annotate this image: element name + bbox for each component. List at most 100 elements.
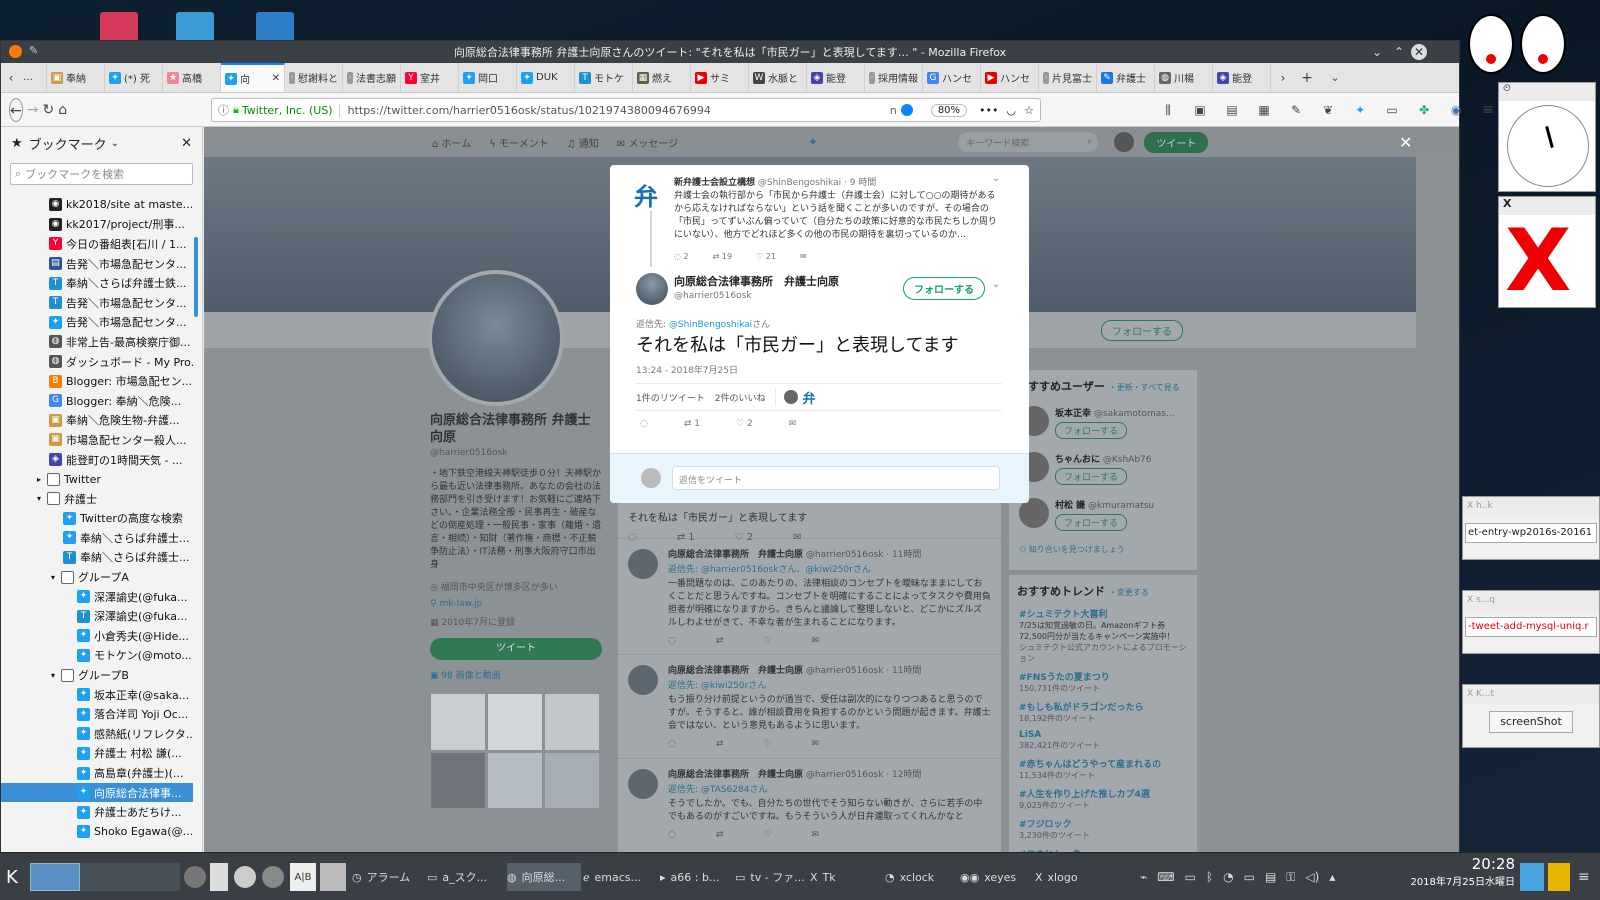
reload-icon[interactable]: ↻	[42, 98, 54, 122]
twitter-search[interactable]: キーワード検索 ⌕	[958, 132, 1099, 152]
clock-icon[interactable]: ◔	[1223, 870, 1233, 884]
liker-avatar[interactable]	[784, 390, 799, 404]
nav-home[interactable]: ⌂ ホーム	[432, 135, 471, 150]
tweet-reply-to[interactable]: 返信先: @TAS6284さん	[668, 782, 991, 795]
trend-item[interactable]: #シュミテクト大喜利 7/25は知覚過敏の日。Amazonギフト券72,500円分…	[1019, 607, 1187, 664]
volume-icon[interactable]: ◁)	[1305, 870, 1319, 884]
follow-button[interactable]: フォローする	[1055, 514, 1128, 531]
tab-12[interactable]: W 水脈と	[749, 63, 807, 92]
reply-icon[interactable]: ◌	[640, 419, 648, 429]
back-icon[interactable]: ←	[9, 97, 23, 122]
extension-green-icon[interactable]: ✤	[1412, 98, 1436, 122]
zoom-level[interactable]: 80%	[930, 103, 968, 117]
author-info[interactable]: 向原総合法律事務所 弁護士向原 @harrier0516osk	[674, 273, 839, 301]
timeline-tweet[interactable]: 向原総合法律事務所 弁護士向原 @harrier0516osk · 12時間 返…	[618, 759, 1001, 863]
nav-messages[interactable]: ✉ メッセージ	[617, 135, 678, 150]
screenshot-button[interactable]: screenShot	[1489, 711, 1573, 733]
like-icon[interactable]: ♡	[763, 739, 771, 749]
home-icon[interactable]: ⌂	[58, 98, 67, 122]
bookmark-item[interactable]: ✦ 弁護士あだちけ...	[1, 802, 193, 822]
tab-7[interactable]: ✦ 岡口	[459, 63, 517, 92]
bookmark-folder[interactable]: ▾ グループB	[1, 665, 193, 685]
chevron-down-icon[interactable]: ⌄	[111, 138, 119, 149]
task-alarm[interactable]: ◷ アラーム	[352, 863, 426, 891]
parent-tweet[interactable]: 新弁護士会設立構想 @ShinBengoshikai · 9 時間 弁護士会の執…	[674, 175, 1004, 261]
author-avatar[interactable]	[636, 273, 668, 305]
bookmark-item[interactable]: ✦ 坂本正幸(@saka...	[1, 685, 193, 705]
task-terminal[interactable]: ▸ a66 : b...	[660, 863, 734, 891]
reply-icon[interactable]: ◌	[668, 739, 676, 749]
tab-9[interactable]: T モトケ	[575, 63, 633, 92]
tab-14[interactable]: · 採用情報	[865, 63, 923, 92]
mail-icon[interactable]: ✉	[811, 636, 819, 646]
tab-pinned[interactable]: …	[19, 63, 47, 92]
retweet-icon[interactable]: ⇄	[716, 636, 724, 646]
trends-change[interactable]: ・変更する	[1109, 588, 1149, 597]
task-clock[interactable]: ◔ xclock	[885, 863, 959, 891]
profile-tweet-button[interactable]: ツイート	[430, 638, 602, 660]
bluetooth-icon[interactable]: ᛒ	[1206, 870, 1213, 884]
recommended-user[interactable]: 村松 謙 @kmuramatsu フォローする	[1009, 494, 1197, 540]
chevron-down-icon[interactable]: ▾	[51, 573, 61, 582]
twitter-extension-icon[interactable]: ✦	[1348, 98, 1372, 122]
mail-icon[interactable]: ✉	[811, 739, 819, 749]
mail-icon[interactable]: ✉	[811, 830, 819, 840]
tab-6[interactable]: Y 室井	[401, 63, 459, 92]
bookmark-item[interactable]: ◉ kk2018/site at maste...	[1, 195, 193, 215]
tab-10[interactable]: ▦ 燃え	[633, 63, 691, 92]
clipboard-icon[interactable]: ▤	[1265, 870, 1276, 884]
battery-icon[interactable]: ▭	[1185, 870, 1196, 884]
tab-1[interactable]: ✦ (*) 死	[105, 63, 163, 92]
bookmark-item[interactable]: ✦ Twitterの高度な検索	[1, 509, 193, 529]
media-link[interactable]: ▣ 98 画像と動画	[430, 668, 602, 681]
tweet-reply-to[interactable]: 返信先: @kiwi250rさん	[668, 678, 991, 691]
library-icon[interactable]: ⫼	[1156, 98, 1180, 122]
tab-4[interactable]: · 慰謝料と	[285, 63, 343, 92]
folder-icon[interactable]	[256, 12, 294, 42]
reply-icon[interactable]: ◌	[668, 830, 676, 840]
follow-button[interactable]: フォローする	[1055, 468, 1128, 485]
list-tabs-icon[interactable]: ⌄	[1323, 66, 1347, 90]
media-thumb[interactable]	[545, 694, 599, 750]
bookmark-item[interactable]: ▤ 告発＼市場急配センタ...	[1, 254, 193, 274]
tab-3[interactable]: ✦ 向 ✕	[221, 63, 285, 92]
clipboard-icon[interactable]: ▭	[1380, 98, 1404, 122]
tab-scroll-right-icon[interactable]: ›	[1275, 66, 1291, 90]
pager-desktop-2[interactable]	[80, 863, 130, 891]
window-titlebar[interactable]: ✎ 向原総合法律事務所 弁護士向原さんのツイート: "それを私は「市民ガー」と表…	[1, 41, 1459, 63]
retweet-icon[interactable]: ⇄	[716, 830, 724, 840]
sidebar-toggle-icon[interactable]: ▣	[1188, 98, 1212, 122]
bookmark-item[interactable]: T 奉納＼さらば弁護士...	[1, 548, 193, 568]
profile-avatar[interactable]	[428, 270, 564, 406]
bookmark-item[interactable]: T 告発＼市場急配センタ...	[1, 293, 193, 313]
toggle-icon[interactable]	[900, 104, 913, 116]
trend-item[interactable]: LiSA 382,421件のツイート	[1019, 730, 1187, 751]
clock[interactable]: 20:28 2018年7月25日水曜日	[1395, 855, 1515, 888]
bookmark-item[interactable]: ✦ 深澤諭史(@fuka...	[1, 587, 193, 607]
tab-5[interactable]: · 法書志願	[343, 63, 401, 92]
bookmark-item[interactable]: ✦ 向原総合法律事...	[1, 782, 193, 803]
sidebar-scrollbar[interactable]	[194, 237, 198, 317]
task-tv[interactable]: ▭ tv - ファ...	[735, 863, 809, 891]
task-folder[interactable]: ▭ a_スク...	[427, 863, 501, 891]
tab-18[interactable]: ✎ 弁護士	[1097, 63, 1155, 92]
bookmark-item[interactable]: ◈ 能登町の1時間天気 - ...	[1, 450, 193, 470]
forward-icon[interactable]: →	[27, 98, 39, 122]
bookmark-item[interactable]: ✦ 告発＼市場急配センタ...	[1, 313, 193, 333]
menu-icon[interactable]: ≡	[1578, 863, 1590, 891]
kde-menu-icon[interactable]: K	[6, 863, 18, 891]
trend-item[interactable]: #フジロック 3,230件のツイート	[1019, 817, 1187, 841]
bookmark-item[interactable]: ✦ 落合洋司 Yoji Oc...	[1, 704, 193, 724]
recommend-links[interactable]: ・更新・すべて見る	[1109, 383, 1180, 392]
tab-scroll-left-icon[interactable]: ‹	[3, 66, 19, 90]
extension-globe-icon[interactable]: ◉	[1444, 98, 1468, 122]
window-titlebar[interactable]: X K...t	[1463, 685, 1599, 705]
pager-desktop-3[interactable]	[130, 863, 180, 891]
tab-2[interactable]: ★ 高橋	[163, 63, 221, 92]
bookmark-folder[interactable]: ▾ 弁護士	[1, 489, 193, 509]
task-emacs[interactable]: ℯ emacs...	[583, 863, 657, 891]
tab-20[interactable]: ◈ 能登	[1213, 63, 1271, 92]
bookmark-item[interactable]: G Blogger: 奉納＼危険...	[1, 391, 193, 411]
entry-field[interactable]: -tweet-add-mysql-uniq.r	[1465, 617, 1597, 637]
trend-item[interactable]: #FNSうたの夏まつり 150,731件のツイート	[1019, 670, 1187, 694]
